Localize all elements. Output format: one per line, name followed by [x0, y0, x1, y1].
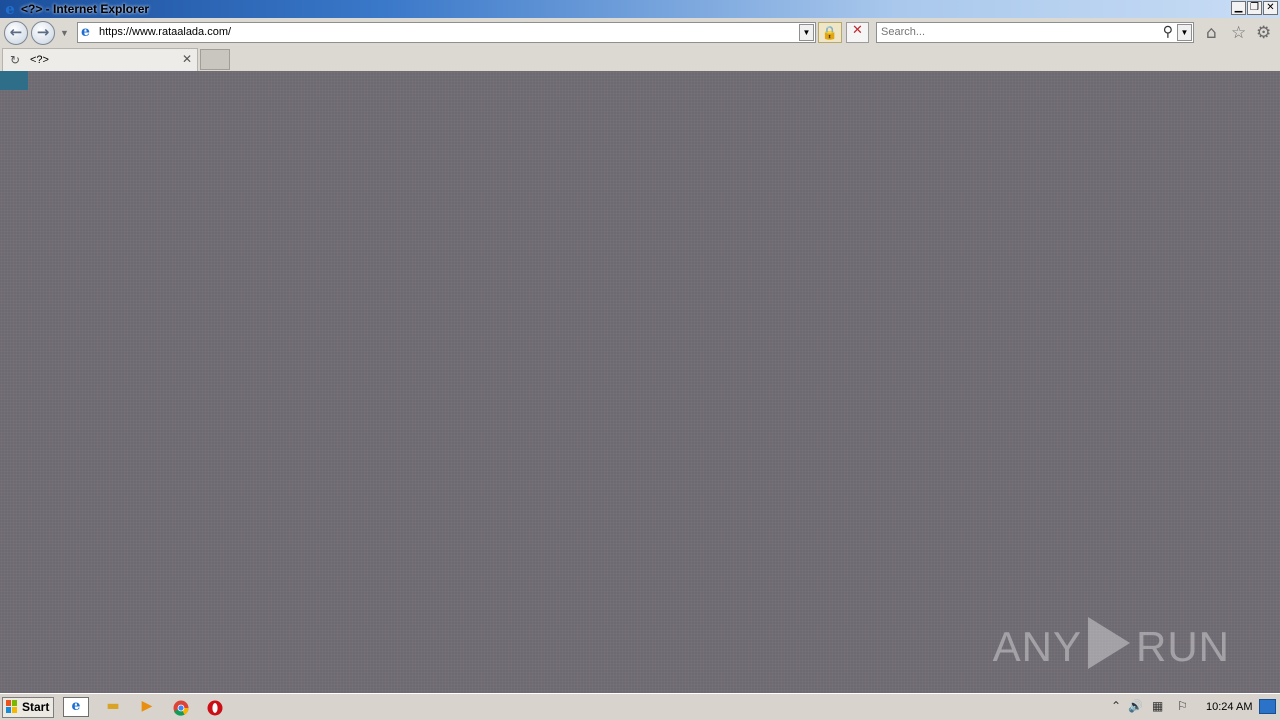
close-button[interactable]: ✕ — [1263, 1, 1278, 15]
opera-icon[interactable] — [202, 698, 228, 718]
show-hidden-icons-icon[interactable]: ⌃ — [1111, 699, 1121, 713]
chevron-down-icon: ▼ — [802, 28, 811, 37]
address-dropdown-button[interactable]: ▼ — [799, 24, 814, 41]
windows-logo-icon — [6, 700, 18, 714]
play-icon — [1088, 617, 1130, 669]
home-icon[interactable]: ⌂ — [1206, 24, 1217, 42]
chevron-down-icon: ▼ — [1180, 28, 1189, 37]
search-icon[interactable]: ⚲ — [1163, 24, 1173, 40]
media-player-icon[interactable]: ▶ — [134, 698, 160, 718]
stop-x-icon: ✕ — [852, 23, 863, 38]
tab-close-button[interactable]: ✕ — [182, 52, 192, 66]
security-lock-button[interactable]: 🔒 — [818, 22, 842, 43]
taskbar: Start e ▬ ▶ ⌃ 🔊 ▦ ⚐ 10:24 AM — [0, 693, 1280, 720]
navigation-toolbar: ← → ▼ e https://www.rataalada.com/ ▼ 🔒 ✕… — [0, 18, 1280, 48]
search-dropdown-button[interactable]: ▼ — [1177, 24, 1192, 41]
system-clock[interactable]: 10:24 AM — [1206, 701, 1252, 713]
restore-button[interactable]: ❐ — [1247, 1, 1262, 15]
new-tab-button[interactable] — [200, 49, 230, 70]
tab-active[interactable]: ↻ <?> ✕ — [2, 48, 198, 71]
padlock-icon: 🔒 — [821, 25, 839, 40]
forward-button[interactable]: → — [31, 21, 55, 45]
browser-window: e <?> - Internet Explorer ▁ ❐ ✕ ← → ▼ e … — [0, 0, 1280, 720]
star-icon[interactable]: ☆ — [1231, 24, 1246, 42]
page-icon: e — [81, 24, 90, 40]
internet-explorer-icon[interactable]: e — [63, 697, 89, 717]
start-label: Start — [22, 700, 50, 714]
internet-explorer-icon: e — [5, 0, 15, 18]
forward-arrow-icon: → — [36, 23, 50, 41]
window-title: <?> - Internet Explorer — [21, 2, 150, 16]
show-desktop-button[interactable] — [1259, 699, 1276, 714]
stop-button[interactable]: ✕ — [846, 22, 869, 43]
recent-pages-dropdown[interactable]: ▼ — [60, 28, 69, 38]
address-url[interactable]: https://www.rataalada.com/ — [99, 26, 231, 38]
network-icon[interactable]: ▦ — [1152, 699, 1163, 713]
page-content: ANY RUN — [0, 71, 1280, 693]
anyrun-watermark: ANY RUN — [993, 617, 1230, 671]
chrome-icon[interactable] — [168, 698, 194, 718]
start-button[interactable]: Start — [2, 697, 54, 718]
volume-icon[interactable]: 🔊 — [1128, 699, 1143, 713]
loading-spinner-icon: ↻ — [10, 53, 21, 67]
tab-bar: ↻ <?> ✕ — [0, 48, 1280, 71]
window-controls: ▁ ❐ ✕ — [1231, 1, 1278, 15]
file-explorer-icon[interactable]: ▬ — [100, 698, 126, 718]
address-bar[interactable]: e https://www.rataalada.com/ ▼ — [77, 22, 816, 43]
back-arrow-icon: ← — [9, 23, 23, 41]
title-bar: e <?> - Internet Explorer ▁ ❐ ✕ — [0, 0, 1280, 18]
page-element-block — [0, 71, 28, 90]
action-center-flag-icon[interactable]: ⚐ — [1177, 699, 1188, 713]
tab-title: <?> — [30, 54, 49, 66]
back-button[interactable]: ← — [4, 21, 28, 45]
gear-icon[interactable]: ⚙ — [1256, 24, 1271, 42]
minimize-button[interactable]: ▁ — [1231, 1, 1246, 15]
watermark-text-left: ANY — [992, 623, 1082, 670]
watermark-text-right: RUN — [1136, 623, 1230, 670]
search-input[interactable] — [881, 26, 1151, 38]
search-box[interactable]: ⚲ ▼ — [876, 22, 1194, 43]
